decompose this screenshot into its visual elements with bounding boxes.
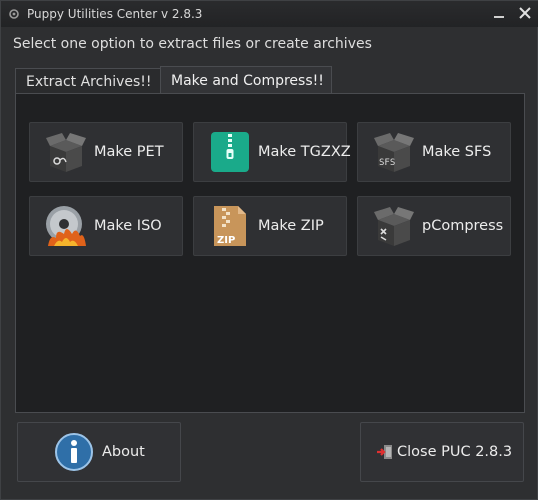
tab-make-and-compress[interactable]: Make and Compress!! bbox=[160, 66, 332, 94]
make-sfs-button[interactable]: SFS Make SFS bbox=[357, 122, 511, 182]
tab-bar: Extract Archives!! Make and Compress!! bbox=[15, 66, 332, 94]
close-puc-button[interactable]: Close PUC 2.8.3 bbox=[360, 422, 524, 482]
about-button[interactable]: About bbox=[17, 422, 181, 482]
close-icon[interactable] bbox=[517, 5, 533, 21]
zip-archive-icon: ZIP bbox=[208, 204, 252, 248]
close-puc-label: Close PUC 2.8.3 bbox=[397, 444, 513, 460]
tab-extract-archives[interactable]: Extract Archives!! bbox=[15, 68, 161, 94]
burning-disc-icon bbox=[44, 204, 88, 248]
minimize-icon[interactable] bbox=[491, 5, 507, 21]
make-pet-button[interactable]: Make PET bbox=[29, 122, 183, 182]
box-compress-icon bbox=[372, 204, 416, 248]
tab-panel-make-and-compress: Make PET Make TGZXZ SFS Make SFS Make IS… bbox=[15, 93, 525, 413]
about-label: About bbox=[102, 444, 145, 460]
exit-door-icon bbox=[375, 442, 395, 462]
make-iso-label: Make ISO bbox=[94, 218, 162, 234]
gear-icon bbox=[7, 7, 21, 21]
title-bar[interactable]: Puppy Utilities Center v 2.8.3 bbox=[1, 1, 538, 27]
make-tgzxz-label: Make TGZXZ bbox=[258, 144, 351, 160]
green-zip-file-icon bbox=[208, 130, 252, 174]
make-zip-label: Make ZIP bbox=[258, 218, 324, 234]
window-title: Puppy Utilities Center v 2.8.3 bbox=[27, 7, 203, 21]
app-window: Puppy Utilities Center v 2.8.3 Select on… bbox=[0, 0, 538, 500]
window-controls bbox=[491, 5, 533, 21]
make-zip-button[interactable]: ZIP Make ZIP bbox=[193, 196, 347, 256]
box-sfs-icon: SFS bbox=[372, 130, 416, 174]
pcompress-label: pCompress bbox=[422, 218, 504, 234]
instruction-text: Select one option to extract files or cr… bbox=[13, 36, 372, 52]
make-sfs-label: Make SFS bbox=[422, 144, 492, 160]
svg-text:SFS: SFS bbox=[379, 158, 395, 168]
make-tgzxz-button[interactable]: Make TGZXZ bbox=[193, 122, 351, 182]
make-iso-button[interactable]: Make ISO bbox=[29, 196, 183, 256]
make-pet-label: Make PET bbox=[94, 144, 164, 160]
pcompress-button[interactable]: pCompress bbox=[357, 196, 511, 256]
box-pet-icon bbox=[44, 130, 88, 174]
info-icon bbox=[54, 432, 94, 472]
svg-text:ZIP: ZIP bbox=[217, 235, 235, 246]
